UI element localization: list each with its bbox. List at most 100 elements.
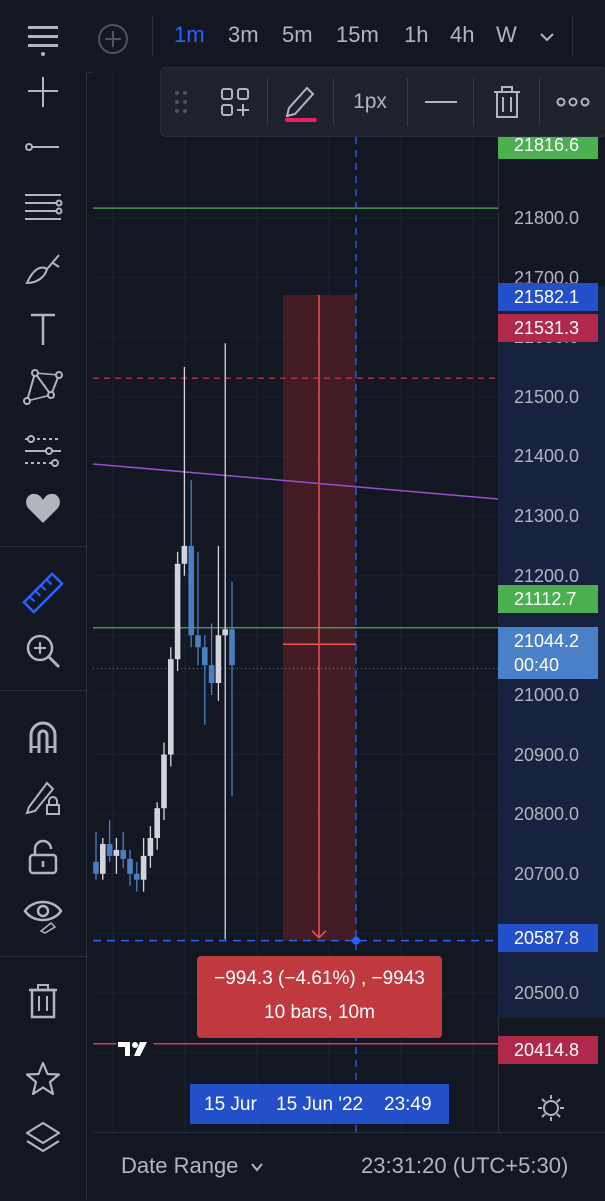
price-tick: 21500.0 [514, 386, 580, 407]
layers-icon[interactable] [18, 1114, 68, 1164]
candle-body [147, 838, 154, 856]
magnet-icon[interactable] [18, 712, 68, 762]
candle-body [174, 563, 181, 660]
candle-body [127, 858, 133, 874]
tradingview-logo [110, 1028, 160, 1068]
more-options-icon[interactable] [553, 82, 593, 122]
candle-body [181, 545, 188, 564]
price-tick: 20500.0 [514, 983, 580, 1003]
price-tick: 21000.0 [514, 684, 580, 705]
candle-body [100, 843, 106, 874]
measure-result-box: −994.3 (−4.61%) , −9943 10 bars, 10m [197, 956, 442, 1038]
price-label-red-dashed: 21531.3 [498, 314, 598, 342]
timeframe-15m[interactable]: 15m [336, 22, 379, 48]
candle-body [113, 849, 120, 856]
candle-body [140, 855, 147, 880]
delete-drawing-icon[interactable] [487, 82, 527, 122]
line-style-icon[interactable] [421, 82, 461, 122]
drawing-toolbar: 1px [160, 67, 605, 137]
timeframe-5m[interactable]: 5m [282, 22, 313, 48]
horizontal-line-icon[interactable] [18, 122, 68, 172]
divider [539, 78, 540, 126]
prediction-icon[interactable] [18, 424, 68, 474]
divider [0, 956, 86, 957]
add-symbol-icon[interactable] [96, 22, 130, 56]
heart-icon[interactable] [18, 484, 68, 534]
price-tick: 21800.0 [514, 208, 580, 228]
candle-body [106, 843, 113, 856]
price-label-red-bottom: 20414.8 [498, 1036, 598, 1064]
menu-icon[interactable] [26, 22, 60, 56]
divider [407, 78, 408, 126]
timeframe-3m[interactable]: 3m [228, 22, 259, 48]
time-label-start: 15 Jur [204, 1094, 257, 1115]
price-label-green-mid: 21112.7 [498, 585, 598, 613]
crosshair-icon[interactable] [18, 72, 68, 122]
measure-price-change: −994.3 (−4.61%) , −9943 [214, 968, 425, 989]
timeframe-4h[interactable]: 4h [450, 22, 474, 48]
time-label-date: 15 Jun '22 [276, 1094, 364, 1115]
drag-handle-icon[interactable] [169, 82, 193, 122]
measure-bars-duration: 10 bars, 10m [264, 1002, 375, 1023]
candle-body [229, 629, 235, 666]
candle-body [134, 873, 140, 880]
candle-body [195, 635, 201, 648]
pencil-color-icon[interactable] [281, 82, 321, 122]
divider [152, 16, 153, 56]
trash-icon[interactable] [18, 976, 68, 1026]
line-width-button[interactable]: 1px [345, 82, 395, 122]
template-icon[interactable] [215, 82, 255, 122]
candle-body [154, 808, 160, 838]
timeframe-1h[interactable]: 1h [404, 22, 428, 48]
text-icon[interactable] [18, 304, 68, 354]
current-price-value: 21044.2 [514, 631, 580, 651]
current-price-label: 21044.2 00:40 [498, 627, 598, 679]
candle-body [222, 629, 228, 636]
price-label-blue-top: 21582.1 [498, 283, 598, 311]
candle-body [188, 545, 194, 636]
top-toolbar: 1m 3m 5m 15m 1h 4h W [0, 0, 605, 73]
candle-body [93, 861, 99, 874]
left-drawing-toolbar [0, 72, 87, 1200]
pattern-icon[interactable] [18, 362, 68, 412]
price-tick: 20800.0 [514, 804, 580, 825]
date-range-button[interactable]: Date Range [121, 1153, 238, 1179]
bottom-bar: Date Range 23:31:20 (UTC+5:30) [93, 1132, 605, 1201]
divider [0, 546, 86, 547]
price-tick: 21200.0 [514, 565, 580, 586]
divider [473, 78, 474, 126]
time-axis-labels: 15 Jur 15 Jun '22 23:49 [190, 1084, 449, 1124]
candle-body [208, 665, 215, 683]
timeframe-w[interactable]: W [496, 22, 517, 48]
candle-body [168, 659, 174, 755]
zoom-in-icon[interactable] [18, 626, 68, 676]
price-tick: 21300.0 [514, 506, 580, 527]
price-tick: 21400.0 [514, 446, 580, 467]
eye-icon[interactable] [18, 890, 68, 940]
unlock-icon[interactable] [18, 832, 68, 882]
divider [267, 78, 268, 126]
chevron-down-icon[interactable] [249, 1159, 265, 1175]
time-label-time: 23:49 [384, 1094, 432, 1115]
clock-timezone[interactable]: 23:31:20 (UTC+5:30) [361, 1153, 568, 1179]
crosshair-point [352, 936, 360, 945]
price-tick: 20700.0 [514, 863, 580, 884]
divider [0, 690, 86, 691]
timeframe-1m[interactable]: 1m [174, 22, 205, 48]
star-icon[interactable] [18, 1054, 68, 1104]
settings-icon[interactable] [537, 1094, 565, 1122]
price-label-blue-bottom: 20587.8 [498, 924, 598, 952]
candle-body [215, 635, 222, 683]
price-tick: 20900.0 [514, 744, 580, 765]
lock-drawing-icon[interactable] [18, 772, 68, 822]
fib-icon[interactable] [18, 182, 68, 232]
divider [572, 16, 573, 56]
candle-body [202, 647, 208, 666]
ruler-icon[interactable] [18, 568, 68, 618]
candle-body [161, 754, 167, 809]
candle-body [120, 849, 126, 859]
divider [333, 78, 334, 126]
brush-icon[interactable] [18, 244, 68, 294]
bar-countdown: 00:40 [514, 655, 560, 675]
chevron-down-icon[interactable] [538, 28, 556, 46]
